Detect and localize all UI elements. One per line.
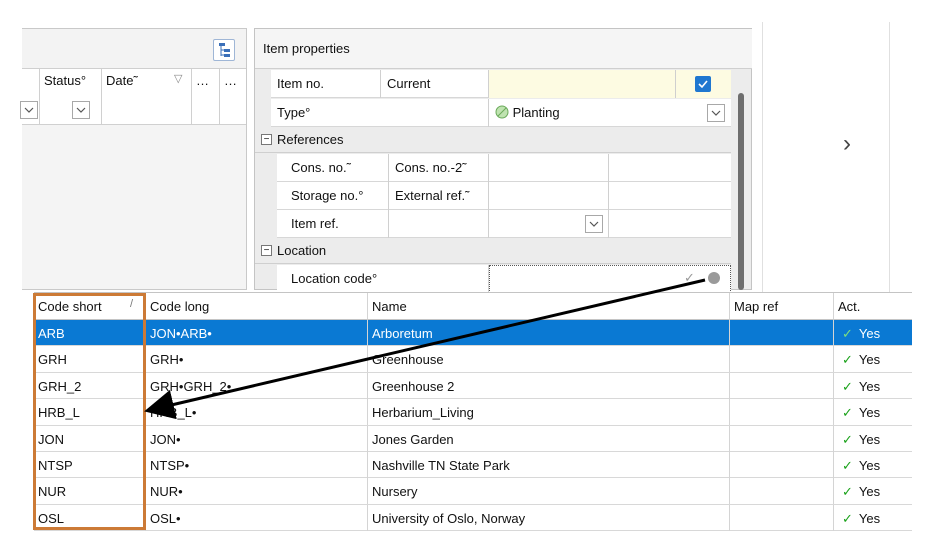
annotation-arrow-icon [144,278,706,420]
